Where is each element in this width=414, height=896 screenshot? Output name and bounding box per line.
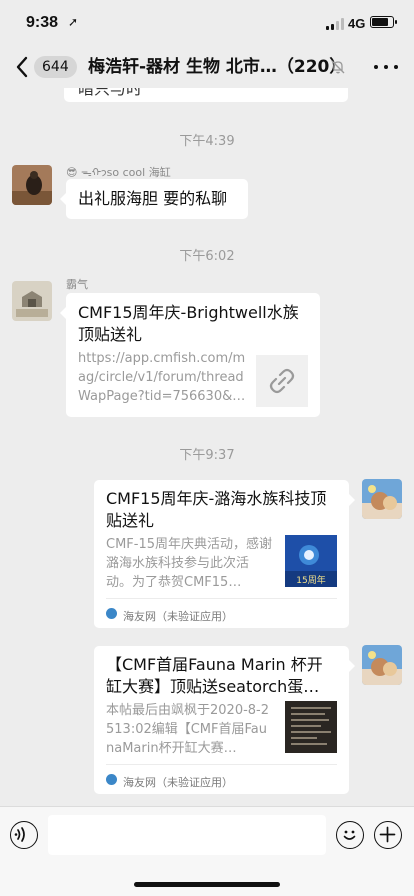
status-bar: 9:38 ➚ 4G — [0, 0, 414, 46]
chevron-left-icon[interactable] — [12, 54, 34, 80]
sender-name: 霸气 — [66, 278, 88, 291]
card-source: 海友网（未验证应用） — [123, 610, 233, 623]
voice-icon[interactable] — [10, 821, 38, 849]
nav-bar: 644 梅浩轩-器材 生物 北市…（220） — [0, 46, 414, 88]
card-description: CMF-15周年庆典活动，感谢潞海水族科技参与此次活动。为了恭贺CMF15… — [106, 537, 273, 590]
plus-icon[interactable] — [374, 821, 402, 849]
signal-icon — [326, 18, 344, 30]
battery-fill — [372, 18, 388, 26]
timestamp: 下午9:37 — [179, 448, 235, 463]
app-icon — [106, 774, 117, 785]
network-type: 4G — [348, 16, 366, 31]
card-title: CMF15周年庆-Brightwell水族顶贴送礼 — [78, 303, 299, 344]
svg-text:15周年: 15周年 — [296, 574, 325, 586]
location-arrow-icon: ➚ — [68, 15, 79, 29]
message-list[interactable]: 暗只与时 下午4:39 😎 ᯓᡣ𐭩so cool 海缸 出礼服海胆 要的私聊 下… — [0, 88, 414, 806]
card-divider — [106, 598, 337, 599]
message-input[interactable] — [48, 815, 326, 855]
chat-screen: 9:38 ➚ 4G 644 梅浩轩-器材 生物 北市…（220） 暗只与时 下午… — [0, 0, 414, 896]
app-icon — [106, 608, 117, 619]
status-time: 9:38 — [26, 14, 59, 31]
card-title: CMF15周年庆-潞海水族科技顶贴送礼 — [106, 489, 327, 530]
card-description: 本帖最后由飒枫于2020-8-2513:02编辑【CMF首届FaunaMarin… — [106, 703, 270, 756]
message-text: 暗只与时 — [78, 88, 143, 98]
card-title: 【CMF首届Fauna Marin 杯开缸大赛】顶贴送seatorch蛋… — [106, 655, 323, 696]
card-description: https://app.cmfish.com/mag/circle/v1/for… — [78, 351, 246, 404]
message-bubble[interactable]: 出礼服海胆 要的私聊 — [60, 179, 248, 219]
avatar[interactable] — [12, 165, 52, 205]
avatar[interactable] — [12, 281, 52, 321]
timestamp: 下午4:39 — [179, 134, 235, 149]
avatar-self[interactable] — [362, 479, 402, 519]
app-card[interactable]: 【CMF首届Fauna Marin 杯开缸大赛】顶贴送seatorch蛋… 本帖… — [94, 646, 355, 794]
ellipsis-icon[interactable] — [372, 56, 400, 78]
message-text: 出礼服海胆 要的私聊 — [78, 189, 228, 208]
card-thumbnail — [285, 701, 337, 753]
app-card[interactable]: CMF15周年庆-潞海水族科技顶贴送礼 CMF-15周年庆典活动，感谢潞海水族科… — [94, 480, 355, 628]
home-indicator[interactable] — [134, 882, 280, 887]
message-bubble-partial[interactable]: 暗只与时 — [64, 88, 348, 102]
emoji-icon[interactable] — [336, 821, 364, 849]
unread-badge[interactable]: 644 — [34, 56, 77, 78]
bell-off-icon — [330, 59, 346, 75]
battery-icon — [370, 16, 397, 28]
chat-title: 梅浩轩-器材 生物 北市…（220） — [88, 57, 342, 77]
timestamp: 下午6:02 — [179, 249, 235, 264]
avatar-self[interactable] — [362, 645, 402, 685]
card-source: 海友网（未验证应用） — [123, 776, 233, 789]
card-thumbnail: 15周年 — [285, 535, 337, 587]
link-icon — [256, 355, 308, 407]
card-divider — [106, 764, 337, 765]
link-card[interactable]: CMF15周年庆-Brightwell水族顶贴送礼 https://app.cm… — [60, 293, 320, 417]
sender-name: 😎 ᯓᡣ𐭩so cool 海缸 — [66, 166, 171, 179]
